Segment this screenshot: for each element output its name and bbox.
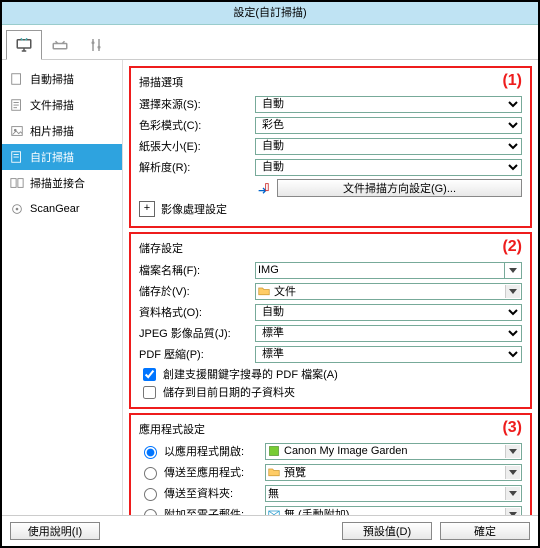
- chevron-down-icon[interactable]: [509, 268, 517, 273]
- sidebar-item-custom[interactable]: 自訂掃描: [2, 144, 122, 170]
- sidebar: 自動掃描 文件掃描 相片掃描 自訂掃描 掃描並接合 ScanGear: [2, 60, 123, 515]
- resolution-label: 解析度(R):: [139, 159, 249, 175]
- sidebar-item-stitch[interactable]: 掃描並接合: [2, 170, 122, 196]
- tab-to-pc[interactable]: [6, 30, 42, 60]
- color-select[interactable]: 彩色: [255, 117, 522, 134]
- photo-icon: [10, 124, 24, 138]
- paper-select[interactable]: 自動: [255, 138, 522, 155]
- folder-icon: [268, 466, 280, 478]
- tab-from-scanner[interactable]: [42, 29, 78, 59]
- sidebar-item-auto[interactable]: 自動掃描: [2, 66, 122, 92]
- stitch-icon: [10, 176, 24, 190]
- chevron-down-icon: [509, 289, 517, 294]
- section-number-2: (2): [502, 238, 522, 256]
- sidebar-item-label: ScanGear: [30, 203, 80, 215]
- date-subfolder-label: 儲存到目前日期的子資料夾: [163, 384, 295, 400]
- app-icon: [268, 445, 280, 457]
- doc-auto-icon: [10, 72, 24, 86]
- email-select[interactable]: 無 (手動附加): [265, 506, 522, 516]
- settings-panels: (1) 掃描選項 選擇來源(S): 自動 色彩模式(C): 彩色 紙張大小(E): 自…: [123, 60, 538, 515]
- help-button[interactable]: 使用說明(I): [10, 522, 100, 540]
- section-number-3: (3): [502, 419, 522, 437]
- pdf-select[interactable]: 標準: [255, 346, 522, 363]
- sidebar-item-photo[interactable]: 相片掃描: [2, 118, 122, 144]
- titlebar: 設定(自訂掃描): [2, 2, 538, 25]
- radio-send-app[interactable]: [144, 467, 157, 480]
- sidebar-item-label: 自訂掃描: [30, 149, 74, 165]
- color-label: 色彩模式(C):: [139, 117, 249, 133]
- filename-label: 檔案名稱(F):: [139, 262, 249, 278]
- jpeg-label: JPEG 影像品質(J):: [139, 325, 249, 341]
- folder-icon: [258, 285, 270, 297]
- window-title: 設定(自訂掃描): [233, 7, 306, 19]
- tab-settings[interactable]: [78, 29, 114, 59]
- source-label: 選擇來源(S):: [139, 96, 249, 112]
- chevron-down-icon: [509, 491, 517, 496]
- mail-icon: [268, 508, 280, 515]
- pdf-keyword-label: 創建支援關鍵字搜尋的 PDF 檔案(A): [163, 366, 338, 382]
- format-label: 資料格式(O):: [139, 304, 249, 320]
- sidebar-item-label: 自動掃描: [30, 71, 74, 87]
- resolution-select[interactable]: 自動: [255, 159, 522, 176]
- section-save-settings: (2) 儲存設定 檔案名稱(F): 儲存於(V): 文件 資料格式(O): 自動 J…: [129, 232, 532, 409]
- send-app-select[interactable]: 預覽: [265, 464, 522, 481]
- chevron-down-icon: [509, 512, 517, 516]
- sidebar-item-label: 文件掃描: [30, 97, 74, 113]
- sidebar-item-label: 相片掃描: [30, 123, 74, 139]
- sidebar-item-label: 掃描並接合: [30, 175, 85, 191]
- section-head: 應用程式設定: [139, 421, 522, 437]
- expand-imgproc-button[interactable]: +: [139, 201, 155, 217]
- monitor-icon: [15, 36, 33, 54]
- footer: 使用說明(I) 預設值(D) 確定: [2, 515, 538, 546]
- imgproc-label: 影像處理設定: [161, 201, 227, 217]
- top-iconbar: [2, 25, 538, 60]
- send-folder-select[interactable]: 無: [265, 485, 522, 502]
- ok-button[interactable]: 確定: [440, 522, 530, 540]
- pdf-label: PDF 壓縮(P):: [139, 346, 249, 362]
- orientation-button[interactable]: 文件掃描方向設定(G)...: [277, 179, 522, 197]
- custom-icon: [10, 150, 24, 164]
- orient-icon: [256, 181, 270, 195]
- chevron-down-icon: [509, 470, 517, 475]
- radio-send-folder[interactable]: [144, 488, 157, 501]
- defaults-button[interactable]: 預設值(D): [342, 522, 432, 540]
- scangear-icon: [10, 202, 24, 216]
- open-app-select[interactable]: Canon My Image Garden: [265, 443, 522, 460]
- pdf-keyword-checkbox[interactable]: [143, 368, 156, 381]
- scanner-icon: [51, 36, 69, 54]
- section-number-1: (1): [502, 72, 522, 90]
- sidebar-item-scangear[interactable]: ScanGear: [2, 196, 122, 222]
- paper-label: 紙張大小(E):: [139, 138, 249, 154]
- section-app-settings: (3) 應用程式設定 以應用程式開啟:Canon My Image Garden…: [129, 413, 532, 515]
- chevron-down-icon: [509, 449, 517, 454]
- sidebar-item-document[interactable]: 文件掃描: [2, 92, 122, 118]
- radio-open-app[interactable]: [144, 446, 157, 459]
- jpeg-select[interactable]: 標準: [255, 325, 522, 342]
- saveto-select[interactable]: 文件: [255, 283, 522, 300]
- saveto-label: 儲存於(V):: [139, 283, 249, 299]
- section-head: 掃描選項: [139, 74, 522, 90]
- date-subfolder-checkbox[interactable]: [143, 386, 156, 399]
- filename-input[interactable]: [255, 262, 505, 279]
- format-select[interactable]: 自動: [255, 304, 522, 321]
- radio-email[interactable]: [144, 509, 157, 515]
- section-head: 儲存設定: [139, 240, 522, 256]
- window: 設定(自訂掃描) 自動掃描 文件掃描 相片掃描 自訂掃描 掃描並接合 ScanG…: [0, 0, 540, 548]
- tools-icon: [87, 36, 105, 54]
- doc-icon: [10, 98, 24, 112]
- section-scan-options: (1) 掃描選項 選擇來源(S): 自動 色彩模式(C): 彩色 紙張大小(E): 自…: [129, 66, 532, 228]
- source-select[interactable]: 自動: [255, 96, 522, 113]
